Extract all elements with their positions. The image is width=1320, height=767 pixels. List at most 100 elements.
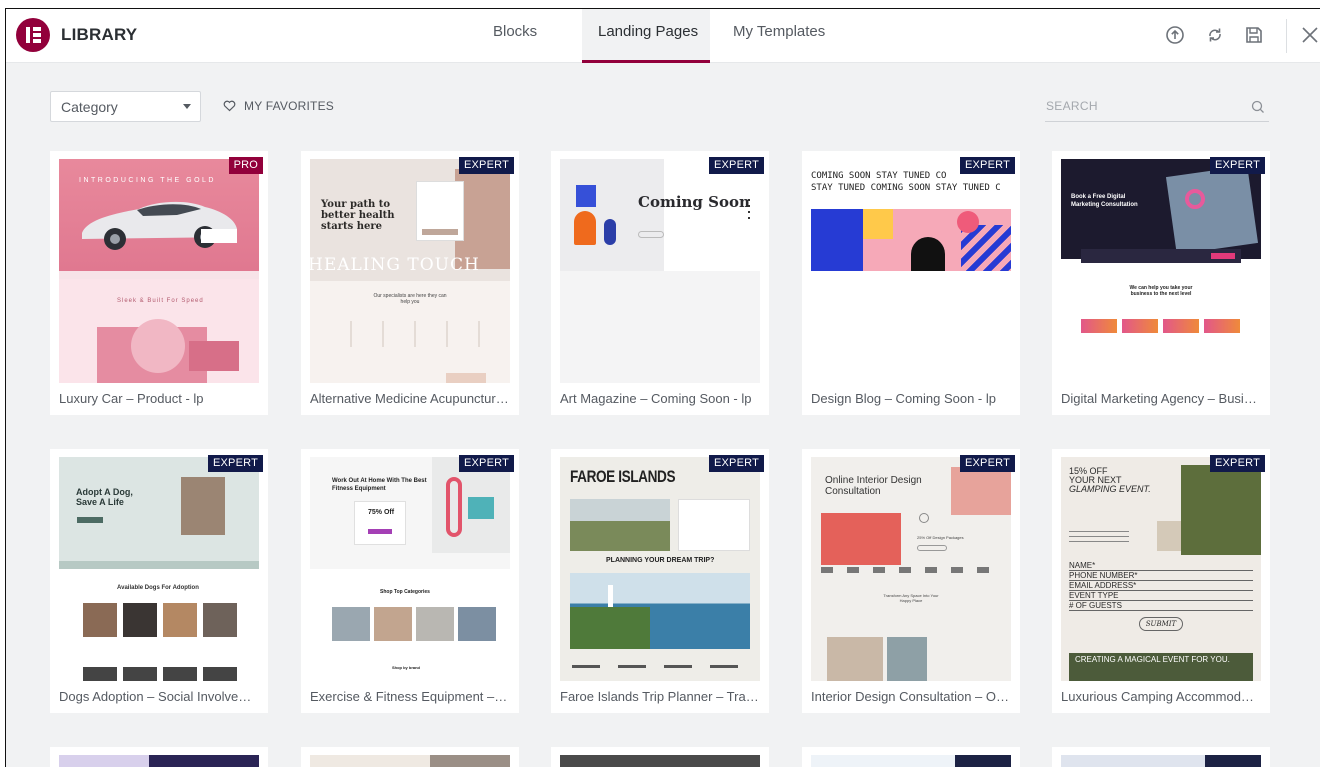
template-title: Luxury Car – Product - lp (59, 391, 204, 406)
expert-badge: EXPERT (959, 455, 1015, 472)
service-button (1163, 319, 1199, 333)
expert-badge: EXPERT (458, 157, 514, 174)
car-image (82, 201, 237, 250)
template-thumbnail[interactable]: Your path to better health starts here H… (310, 159, 510, 383)
expert-badge: EXPERT (207, 455, 263, 472)
expert-badge: EXPERT (458, 455, 514, 472)
close-icon[interactable] (1299, 24, 1320, 46)
template-card[interactable]: COMING SOON STAY TUNED CO STAY TUNED COM… (802, 151, 1020, 415)
ticker-line-2: STAY TUNED COMING SOON STAY TUNED C (811, 183, 1001, 193)
template-title: Exercise & Fitness Equipment – e... (310, 689, 510, 704)
form-field-email: EMAIL ADDRESS* (1069, 581, 1253, 591)
template-title: Interior Design Consultation – Onl... (811, 689, 1011, 704)
dog-photo (163, 603, 197, 637)
service-grid (320, 321, 500, 347)
hero-card (201, 229, 237, 243)
upload-icon[interactable] (1164, 24, 1186, 46)
service-row (821, 567, 1001, 573)
template-card[interactable]: 15% OFF YOUR NEXT GLAMPING EVENT. NAME* … (1052, 449, 1270, 713)
hero-photo (181, 477, 225, 535)
section-heading: We can help you take your business to th… (1129, 285, 1193, 297)
form-submit-button: SUBMIT (1139, 617, 1183, 631)
dumbbell (468, 497, 494, 519)
template-card[interactable]: FAROE ISLANDS PLANNING YOUR DREAM TRIP? … (551, 449, 769, 713)
template-card[interactable] (1052, 747, 1270, 767)
template-thumbnail[interactable]: Work Out At Home With The Best Fitness E… (310, 457, 510, 681)
template-card[interactable]: Work Out At Home With The Best Fitness E… (301, 449, 519, 713)
offer-text: 25% Off Design Packages (917, 535, 964, 540)
template-card[interactable] (551, 747, 769, 767)
expert-badge: EXPERT (1209, 455, 1265, 472)
shape-yellow (863, 209, 893, 239)
footer-photo (446, 373, 486, 383)
category-photo (332, 607, 370, 641)
service-button (1081, 319, 1117, 333)
template-card[interactable]: Online Interior Design Consultation 25% … (802, 449, 1020, 713)
category-select[interactable]: Category (50, 91, 201, 122)
template-thumbnail[interactable]: COMING SOON STAY TUNED CO STAY TUNED COM… (811, 159, 1011, 383)
shape-circle (957, 211, 979, 233)
template-card[interactable] (50, 747, 268, 767)
dots (748, 199, 750, 219)
section-heading: Shop Top Categories (380, 589, 430, 595)
hero-photo-2 (951, 467, 1011, 515)
hero-block (59, 457, 259, 561)
tab-my-templates[interactable]: My Templates (733, 23, 825, 40)
my-favorites-filter[interactable]: MY FAVORITES (223, 99, 334, 113)
expert-badge: EXPERT (959, 157, 1015, 174)
hero-panel (664, 159, 760, 271)
section-heading: Sleek & Built For Speed (117, 298, 204, 304)
template-thumbnail[interactable] (811, 755, 1011, 767)
template-thumbnail[interactable]: FAROE ISLANDS PLANNING YOUR DREAM TRIP? (560, 457, 760, 681)
template-card[interactable]: INTRODUCING THE GOLD Sleek & Built For S… (50, 151, 268, 415)
nav-strip (59, 271, 259, 279)
template-card[interactable]: Your path to better health starts here H… (301, 151, 519, 415)
hero-form (678, 499, 750, 551)
offer-button (917, 545, 947, 551)
feature-labels (572, 665, 748, 668)
cliff (570, 607, 650, 649)
tab-blocks[interactable]: Blocks (493, 23, 537, 40)
template-thumbnail[interactable] (560, 755, 760, 767)
hero-button (77, 517, 103, 523)
template-thumbnail[interactable] (310, 755, 510, 767)
offer-text: 75% Off (368, 509, 395, 516)
hero-copy (1069, 531, 1129, 545)
template-title: Dogs Adoption – Social Involvem... (59, 689, 259, 704)
template-card[interactable]: Adopt A Dog, Save A Life Available Dogs … (50, 449, 268, 713)
template-title: Art Magazine – Coming Soon - lp (560, 391, 752, 406)
template-card[interactable]: Book a Free Digital Marketing Consultati… (1052, 151, 1270, 415)
category-photo (416, 607, 454, 641)
form-field-name: NAME* (1069, 561, 1253, 571)
hero-headline: Work Out At Home With The Best Fitness E… (332, 478, 427, 492)
form-field-phone: PHONE NUMBER* (1069, 571, 1253, 581)
template-thumbnail[interactable]: INTRODUCING THE GOLD Sleek & Built For S… (59, 159, 259, 383)
template-thumbnail[interactable] (1061, 755, 1261, 767)
search-input[interactable]: SEARCH (1045, 97, 1269, 122)
template-thumbnail[interactable]: Coming Soon (560, 159, 760, 383)
template-thumbnail[interactable]: Book a Free Digital Marketing Consultati… (1061, 159, 1261, 383)
lighthouse (608, 585, 613, 607)
category-photo (458, 607, 496, 641)
template-card[interactable] (802, 747, 1020, 767)
service-button (1204, 319, 1240, 333)
template-thumbnail[interactable]: Adopt A Dog, Save A Life Available Dogs … (59, 457, 259, 681)
library-title: LIBRARY (61, 25, 138, 44)
search-icon[interactable] (1250, 99, 1266, 115)
hero-line-3: GLAMPING EVENT. (1069, 484, 1151, 494)
template-title: Luxurious Camping Accommodati... (1061, 689, 1261, 704)
dog-photo-row (83, 667, 237, 681)
template-card[interactable]: Coming Soon EXPERT Art Magazine – Coming… (551, 151, 769, 415)
template-card[interactable] (301, 747, 519, 767)
template-thumbnail[interactable]: Online Interior Design Consultation 25% … (811, 457, 1011, 681)
expert-badge: EXPERT (708, 157, 764, 174)
art-shape-navy (604, 219, 616, 245)
expert-badge: EXPERT (708, 455, 764, 472)
save-icon[interactable] (1243, 24, 1265, 46)
tab-landing-pages[interactable]: Landing Pages (598, 23, 698, 40)
sync-icon[interactable] (1204, 24, 1226, 46)
template-thumbnail[interactable]: 15% OFF YOUR NEXT GLAMPING EVENT. NAME* … (1061, 457, 1261, 681)
dog-photo (123, 603, 157, 637)
room-photo (887, 637, 927, 681)
template-thumbnail[interactable] (59, 755, 259, 767)
